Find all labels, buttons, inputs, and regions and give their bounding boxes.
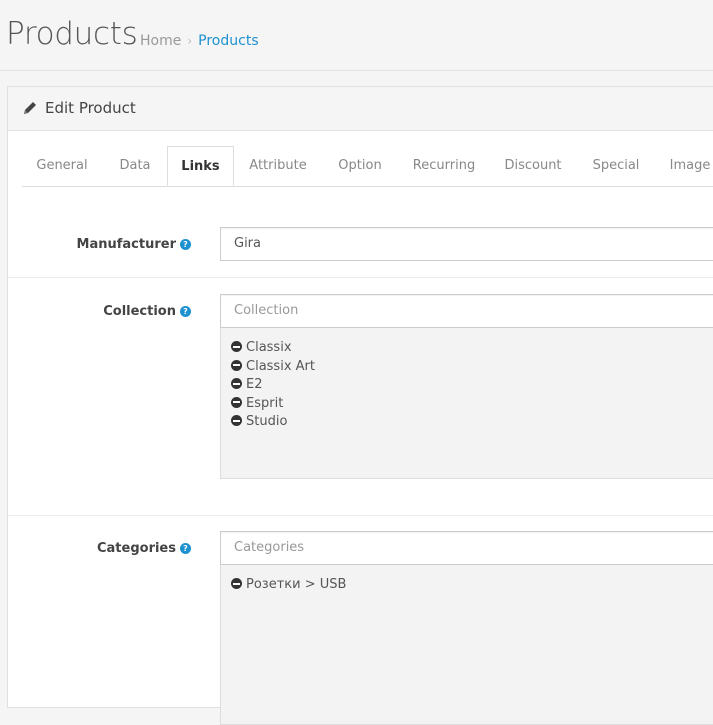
categories-input[interactable]: Categories — [220, 531, 713, 565]
list-item: Esprit — [231, 395, 713, 414]
list-item-label: Classix — [246, 340, 292, 355]
categories-label-text: Categories — [96, 541, 176, 556]
panel-title: Edit Product — [45, 99, 136, 117]
tab-links[interactable]: Links — [167, 146, 234, 186]
list-item-label: Розетки > USB — [246, 577, 347, 592]
remove-icon[interactable] — [231, 415, 242, 426]
tab-image[interactable]: Image — [654, 146, 713, 186]
list-item: Studio — [231, 413, 713, 432]
breadcrumb-home-link[interactable]: Home — [140, 33, 181, 49]
help-icon[interactable]: ? — [180, 306, 191, 317]
list-item: E2 — [231, 376, 713, 395]
tab-special[interactable]: Special — [578, 146, 654, 186]
manufacturer-input[interactable]: Gira — [220, 227, 713, 261]
edit-product-panel: Edit Product General Data Links Attribut… — [7, 86, 713, 725]
list-item: Розетки > USB — [231, 576, 713, 595]
list-item: Classix — [231, 339, 713, 358]
list-item-label: E2 — [246, 377, 263, 392]
list-item-label: Esprit — [246, 395, 284, 411]
tab-discount[interactable]: Discount — [488, 146, 578, 186]
manufacturer-label: Manufacturer? — [77, 237, 191, 252]
breadcrumb-separator-icon: › — [187, 34, 193, 48]
list-item-label: Studio — [246, 414, 288, 429]
tab-recurring[interactable]: Recurring — [400, 146, 488, 186]
collection-input[interactable]: Collection — [220, 294, 713, 328]
tab-attribute[interactable]: Attribute — [236, 146, 320, 186]
list-item: Classix Art — [231, 358, 713, 377]
page-header: Products Home › Products — [0, 0, 713, 71]
help-icon[interactable]: ? — [180, 543, 191, 554]
divider — [8, 277, 713, 278]
categories-label: Categories? — [97, 541, 191, 556]
collection-label: Collection? — [103, 304, 191, 319]
remove-icon[interactable] — [231, 396, 242, 408]
breadcrumb-products-link[interactable]: Products — [198, 33, 258, 49]
collection-list: Classix Classix Art E2 Esprit Studio — [220, 328, 713, 479]
remove-icon[interactable] — [231, 578, 242, 589]
page-title: Products — [6, 16, 138, 52]
list-item-label: Classix Art — [246, 358, 315, 374]
categories-list: Розетки > USB — [220, 565, 713, 725]
panel-heading: Edit Product — [8, 87, 713, 131]
tab-option[interactable]: Option — [320, 146, 400, 186]
breadcrumb: Home › Products — [140, 33, 259, 49]
remove-icon[interactable] — [231, 359, 242, 371]
pencil-icon — [24, 102, 36, 114]
remove-icon[interactable] — [231, 378, 242, 389]
manufacturer-label-text: Manufacturer — [76, 237, 176, 252]
tab-data[interactable]: Data — [102, 146, 168, 186]
divider — [8, 515, 713, 516]
help-icon[interactable]: ? — [180, 239, 191, 250]
collection-label-text: Collection — [103, 304, 176, 319]
remove-icon[interactable] — [231, 341, 242, 352]
tab-general[interactable]: General — [22, 146, 102, 186]
tab-bar: General Data Links Attribute Option Recu… — [22, 146, 713, 187]
